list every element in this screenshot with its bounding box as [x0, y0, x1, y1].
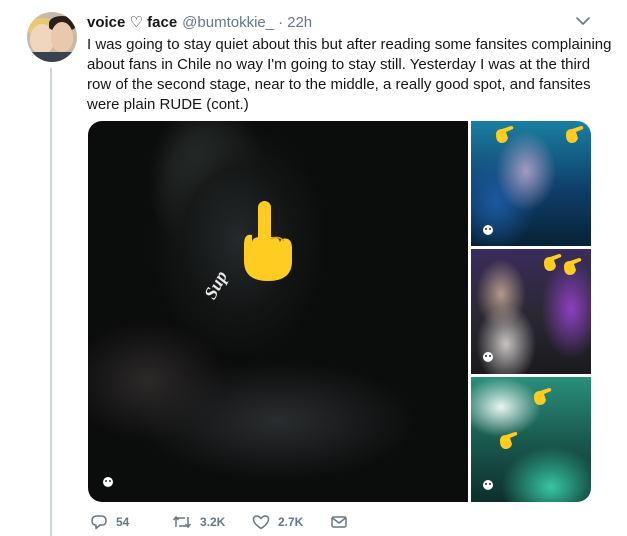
display-name[interactable]: voice ♡ face: [87, 13, 177, 31]
tweet-timestamp[interactable]: 22h: [287, 14, 312, 31]
reply-icon: [91, 515, 107, 530]
chevron-down-icon[interactable]: [576, 16, 590, 26]
direct-message-button[interactable]: [330, 514, 348, 530]
reply-count: 54: [116, 515, 130, 529]
tweet-text-line: were plain RUDE (cont.): [87, 96, 249, 113]
photo-main[interactable]: Sup: [88, 121, 468, 502]
tweet-text-line: I was going to stay quiet about this but…: [87, 36, 612, 53]
retweet-button[interactable]: 3.2K: [172, 514, 225, 530]
media-tag-icon[interactable]: [483, 225, 493, 235]
avatar[interactable]: [27, 12, 77, 62]
photo-bottom-right[interactable]: [471, 377, 591, 502]
pointing-emoji: [496, 126, 514, 143]
pointing-emoji: [544, 254, 562, 271]
tweet-text-line: row of the second stage, near to the mid…: [87, 76, 591, 93]
middle-finger-emoji: [244, 201, 292, 281]
pointing-emoji: [500, 432, 518, 449]
pointing-emoji: [564, 258, 582, 275]
avatar-shirt: [27, 52, 77, 62]
pointing-emoji: [566, 126, 584, 143]
like-count: 2.7K: [278, 515, 304, 529]
media-tag-icon[interactable]: [483, 352, 493, 362]
like-button[interactable]: 2.7K: [252, 514, 303, 530]
separator-dot: ·: [278, 14, 284, 31]
retweet-count: 3.2K: [200, 515, 226, 529]
media-grid: Sup: [88, 121, 591, 502]
media-tag-icon[interactable]: [483, 480, 493, 490]
reply-button[interactable]: 54: [90, 514, 129, 530]
user-handle[interactable]: @bumtokkie_: [182, 14, 274, 31]
pointing-emoji: [534, 388, 552, 405]
tweet-header: voice ♡ face @bumtokkie_ · 22h: [87, 13, 312, 33]
thread-line: [50, 68, 52, 536]
media-tag-icon[interactable]: [103, 477, 113, 487]
photo-top-right[interactable]: [471, 121, 591, 246]
photo-middle-right[interactable]: [471, 249, 591, 374]
tweet-text-line: about fans in Chile no way I'm going to …: [87, 56, 591, 73]
tweet-text: I was going to stay quiet about this but…: [87, 35, 612, 115]
heart-icon: [252, 515, 270, 530]
tweet-actions: 54 3.2K 2.7K: [90, 514, 390, 532]
shirt-logo-text: Sup: [200, 267, 232, 303]
envelope-icon: [331, 516, 347, 528]
avatar-face-right: [51, 22, 73, 52]
retweet-icon: [172, 515, 192, 529]
